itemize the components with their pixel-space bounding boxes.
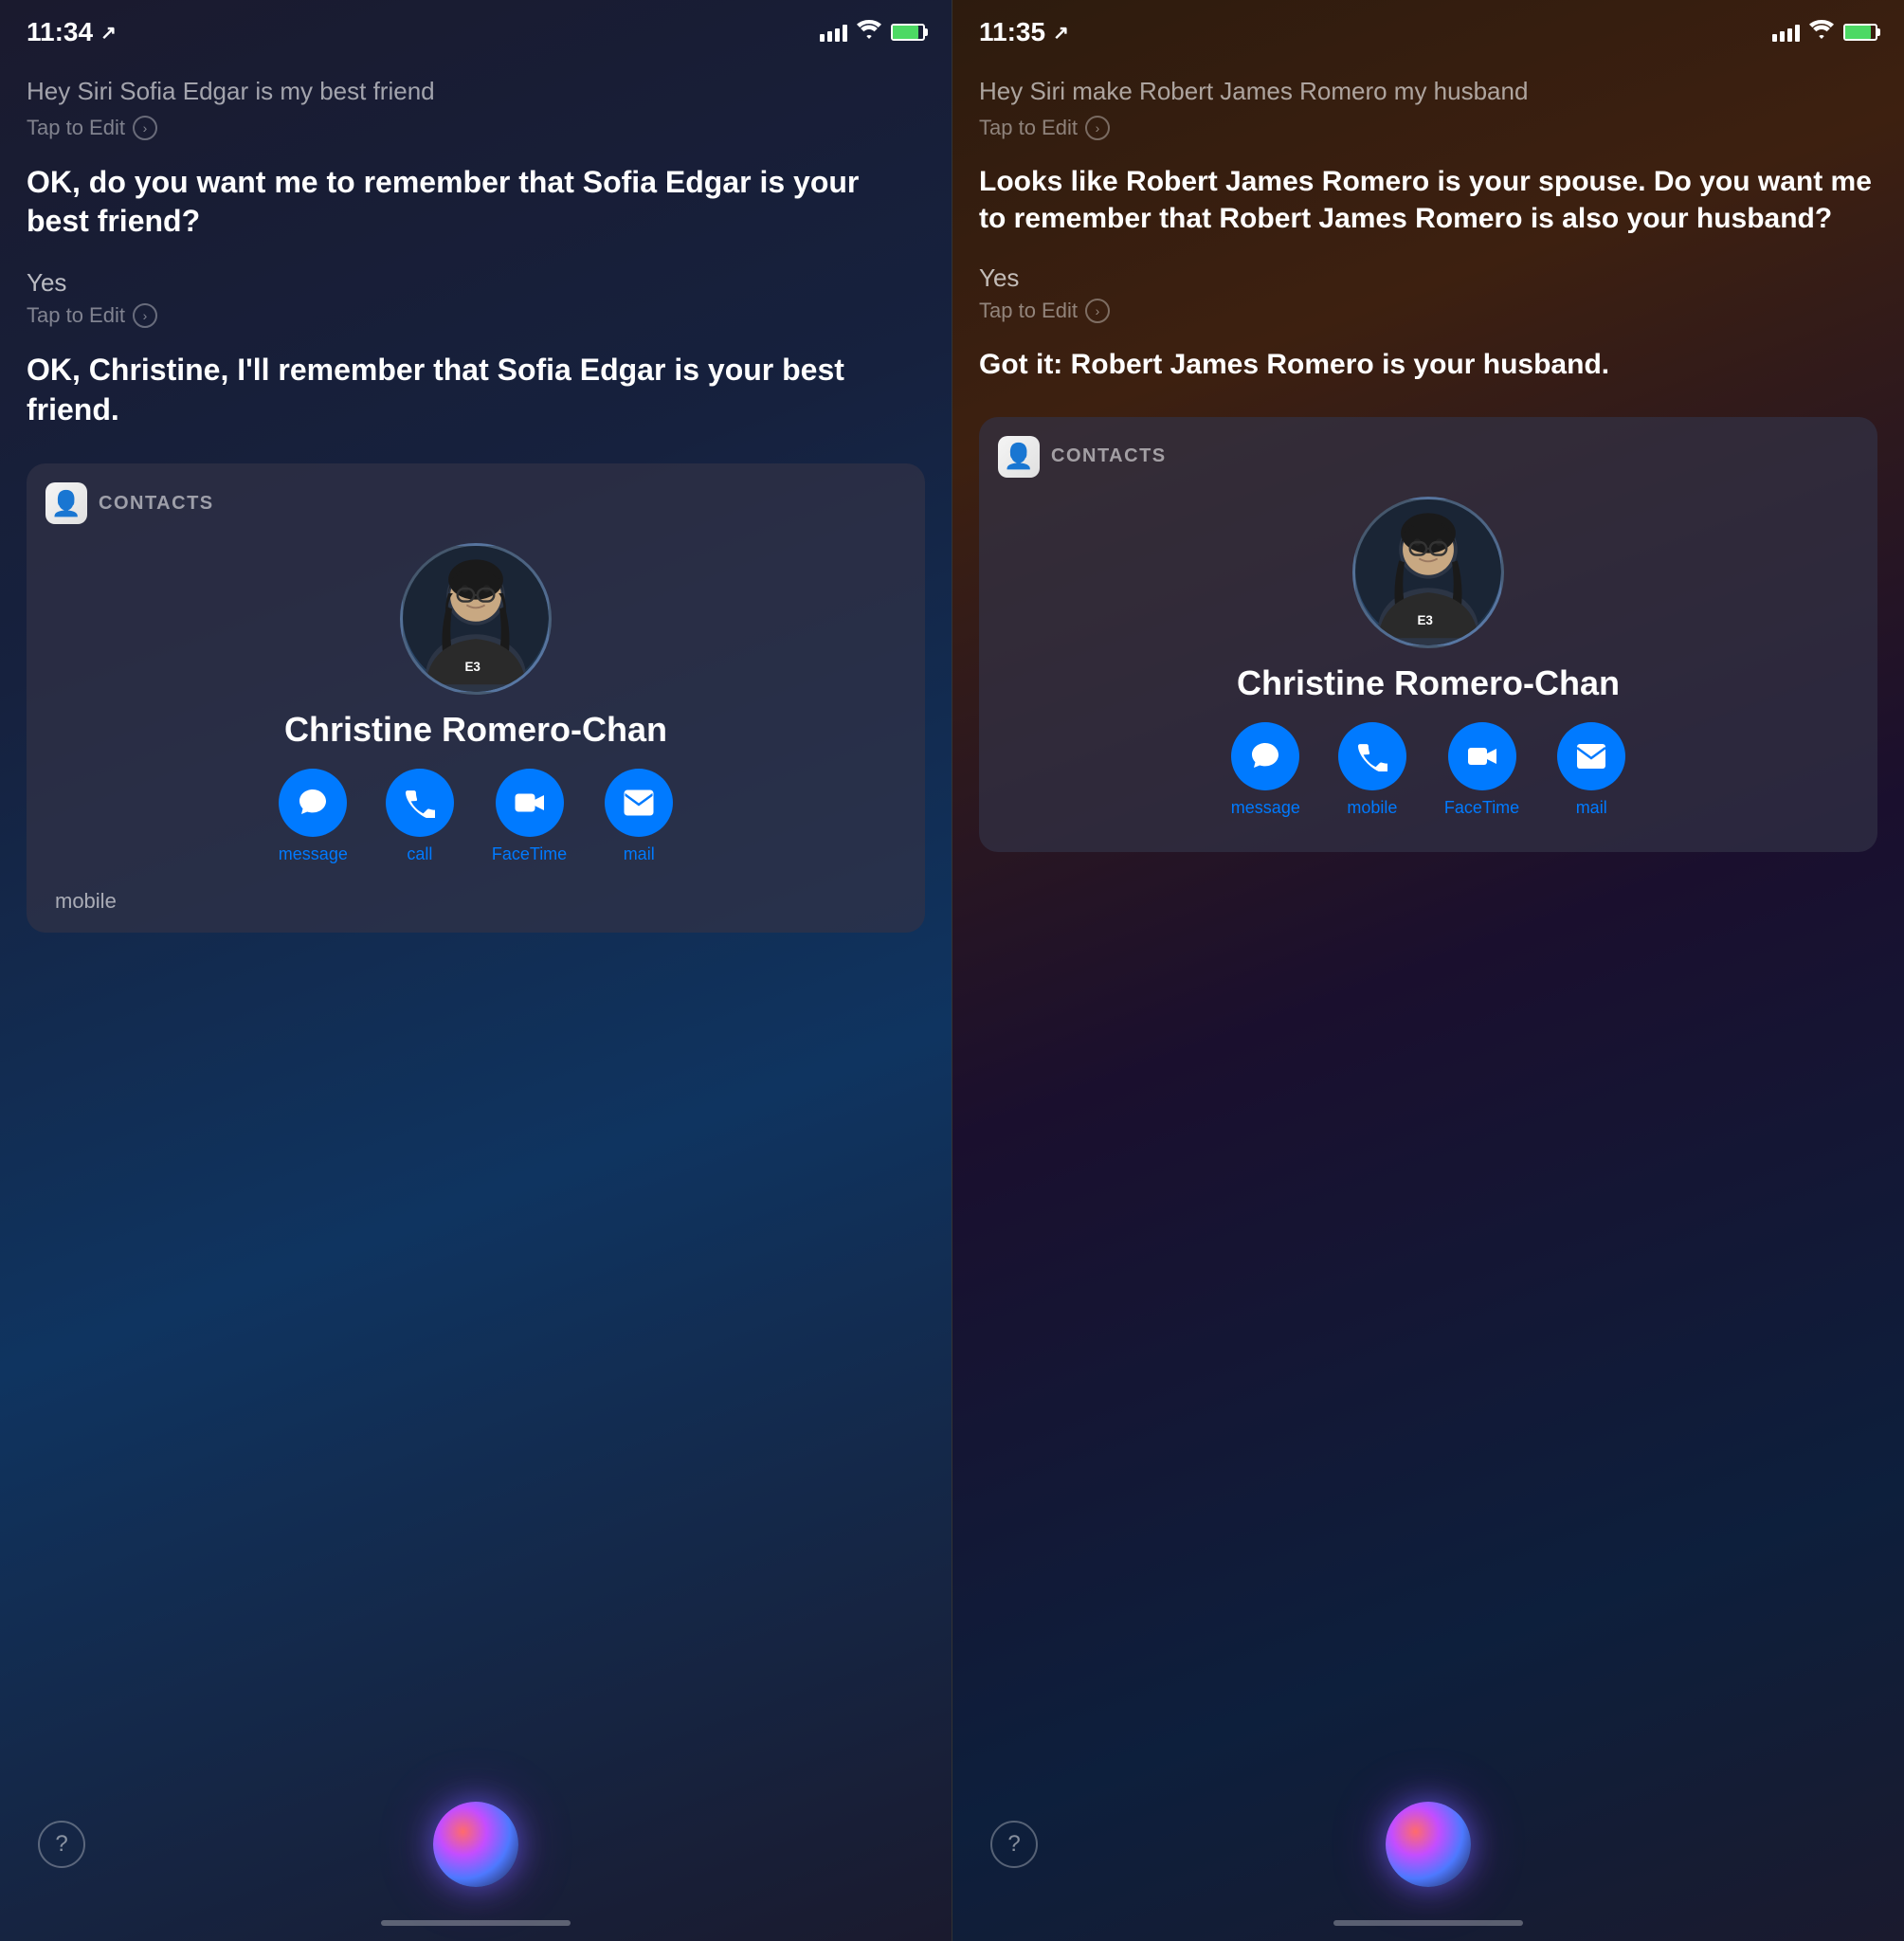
svg-text:E3: E3 bbox=[464, 660, 480, 674]
siri-response-left-2: OK, Christine, I'll remember that Sofia … bbox=[27, 351, 925, 429]
svg-text:E3: E3 bbox=[1417, 613, 1432, 627]
mail-btn-right[interactable]: mail bbox=[1557, 722, 1625, 818]
wifi-icon-left bbox=[857, 20, 881, 45]
contacts-label-left: CONTACTS bbox=[99, 493, 214, 515]
facetime-icon-right[interactable] bbox=[1448, 722, 1516, 790]
facetime-label-left: FaceTime bbox=[492, 844, 567, 864]
mail-btn-left[interactable]: mail bbox=[605, 769, 673, 864]
time-left: 11:34 ↗ bbox=[27, 17, 117, 47]
chevron-icon-left-1[interactable]: › bbox=[133, 116, 157, 140]
tap-to-edit-right-2[interactable]: Tap to Edit › bbox=[979, 299, 1877, 323]
message-btn-right[interactable]: message bbox=[1231, 722, 1300, 818]
call-icon-left[interactable] bbox=[386, 769, 454, 837]
status-icons-left bbox=[820, 20, 925, 45]
location-icon-left: ↗ bbox=[100, 21, 117, 45]
home-indicator-right[interactable] bbox=[1333, 1920, 1523, 1926]
mail-icon-left[interactable] bbox=[605, 769, 673, 837]
contacts-label-right: CONTACTS bbox=[1051, 445, 1167, 467]
battery-icon-left bbox=[891, 24, 925, 41]
status-bar-right: 11:35 ↗ bbox=[952, 0, 1904, 57]
facetime-btn-right[interactable]: FaceTime bbox=[1444, 722, 1519, 818]
message-label-right: message bbox=[1231, 798, 1300, 818]
right-panel: 11:35 ↗ Hey Siri make bbox=[952, 0, 1904, 1941]
contacts-header-left: 👤 CONTACTS bbox=[45, 482, 906, 524]
tap-to-edit-right-1[interactable]: Tap to Edit › bbox=[979, 116, 1877, 140]
call-label-left: call bbox=[407, 844, 432, 864]
mail-label-right: mail bbox=[1576, 798, 1607, 818]
siri-response-left-1: OK, do you want me to remember that Sofi… bbox=[27, 163, 925, 242]
message-icon-left[interactable] bbox=[279, 769, 347, 837]
contact-name-left: Christine Romero-Chan bbox=[45, 710, 906, 750]
siri-orb-right[interactable] bbox=[1386, 1802, 1471, 1887]
user-reply-right: Yes bbox=[979, 263, 1877, 293]
siri-query-left: Hey Siri Sofia Edgar is my best friend bbox=[27, 76, 925, 108]
contact-name-right: Christine Romero-Chan bbox=[998, 663, 1859, 703]
wifi-icon-right bbox=[1809, 20, 1834, 45]
chevron-icon-left-2[interactable]: › bbox=[133, 303, 157, 328]
help-button-left[interactable]: ? bbox=[38, 1821, 85, 1868]
siri-query-right: Hey Siri make Robert James Romero my hus… bbox=[979, 76, 1877, 108]
mail-label-left: mail bbox=[624, 844, 655, 864]
content-area-right: Hey Siri make Robert James Romero my hus… bbox=[952, 57, 1904, 1787]
contacts-card-left: 👤 CONTACTS bbox=[27, 463, 925, 933]
contacts-header-right: 👤 CONTACTS bbox=[998, 436, 1859, 478]
chevron-icon-right-1[interactable]: › bbox=[1085, 116, 1110, 140]
avatar-right: E3 bbox=[1352, 497, 1504, 648]
contact-actions-left: message call bbox=[45, 769, 906, 864]
contacts-app-icon-right: 👤 bbox=[998, 436, 1040, 478]
siri-orb-left[interactable] bbox=[433, 1802, 518, 1887]
facetime-icon-left[interactable] bbox=[496, 769, 564, 837]
call-btn-left[interactable]: call bbox=[386, 769, 454, 864]
message-icon-right[interactable] bbox=[1231, 722, 1299, 790]
tap-to-edit-left-1[interactable]: Tap to Edit › bbox=[27, 116, 925, 140]
bottom-bar-left: ? bbox=[0, 1787, 952, 1920]
message-label-left: message bbox=[279, 844, 348, 864]
siri-response-right-2: Got it: Robert James Romero is your husb… bbox=[979, 346, 1877, 383]
home-indicator-left[interactable] bbox=[381, 1920, 571, 1926]
mail-icon-right[interactable] bbox=[1557, 722, 1625, 790]
mobile-label-left: mobile bbox=[45, 880, 906, 914]
left-panel: 11:34 ↗ Hey Siri Sofia bbox=[0, 0, 952, 1941]
siri-response-right-1: Looks like Robert James Romero is your s… bbox=[979, 163, 1877, 237]
avatar-left: E3 bbox=[400, 543, 552, 695]
battery-icon-right bbox=[1843, 24, 1877, 41]
mobile-btn-right[interactable]: mobile bbox=[1338, 722, 1406, 818]
time-right: 11:35 ↗ bbox=[979, 17, 1069, 47]
facetime-label-right: FaceTime bbox=[1444, 798, 1519, 818]
contacts-app-icon-left: 👤 bbox=[45, 482, 87, 524]
chevron-icon-right-2[interactable]: › bbox=[1085, 299, 1110, 323]
help-button-right[interactable]: ? bbox=[990, 1821, 1038, 1868]
facetime-btn-left[interactable]: FaceTime bbox=[492, 769, 567, 864]
content-area-left: Hey Siri Sofia Edgar is my best friend T… bbox=[0, 57, 952, 1787]
mobile-icon-right[interactable] bbox=[1338, 722, 1406, 790]
contacts-card-right: 👤 CONTACTS bbox=[979, 417, 1877, 852]
status-icons-right bbox=[1772, 20, 1877, 45]
status-bar-left: 11:34 ↗ bbox=[0, 0, 952, 57]
signal-bars-left bbox=[820, 23, 847, 42]
mobile-label-right: mobile bbox=[1347, 798, 1397, 818]
tap-to-edit-left-2[interactable]: Tap to Edit › bbox=[27, 303, 925, 328]
signal-bars-right bbox=[1772, 23, 1800, 42]
bottom-bar-right: ? bbox=[952, 1787, 1904, 1920]
message-btn-left[interactable]: message bbox=[279, 769, 348, 864]
contact-actions-right: message mobile bbox=[998, 722, 1859, 818]
location-icon-right: ↗ bbox=[1053, 21, 1069, 45]
user-reply-left: Yes bbox=[27, 268, 925, 298]
